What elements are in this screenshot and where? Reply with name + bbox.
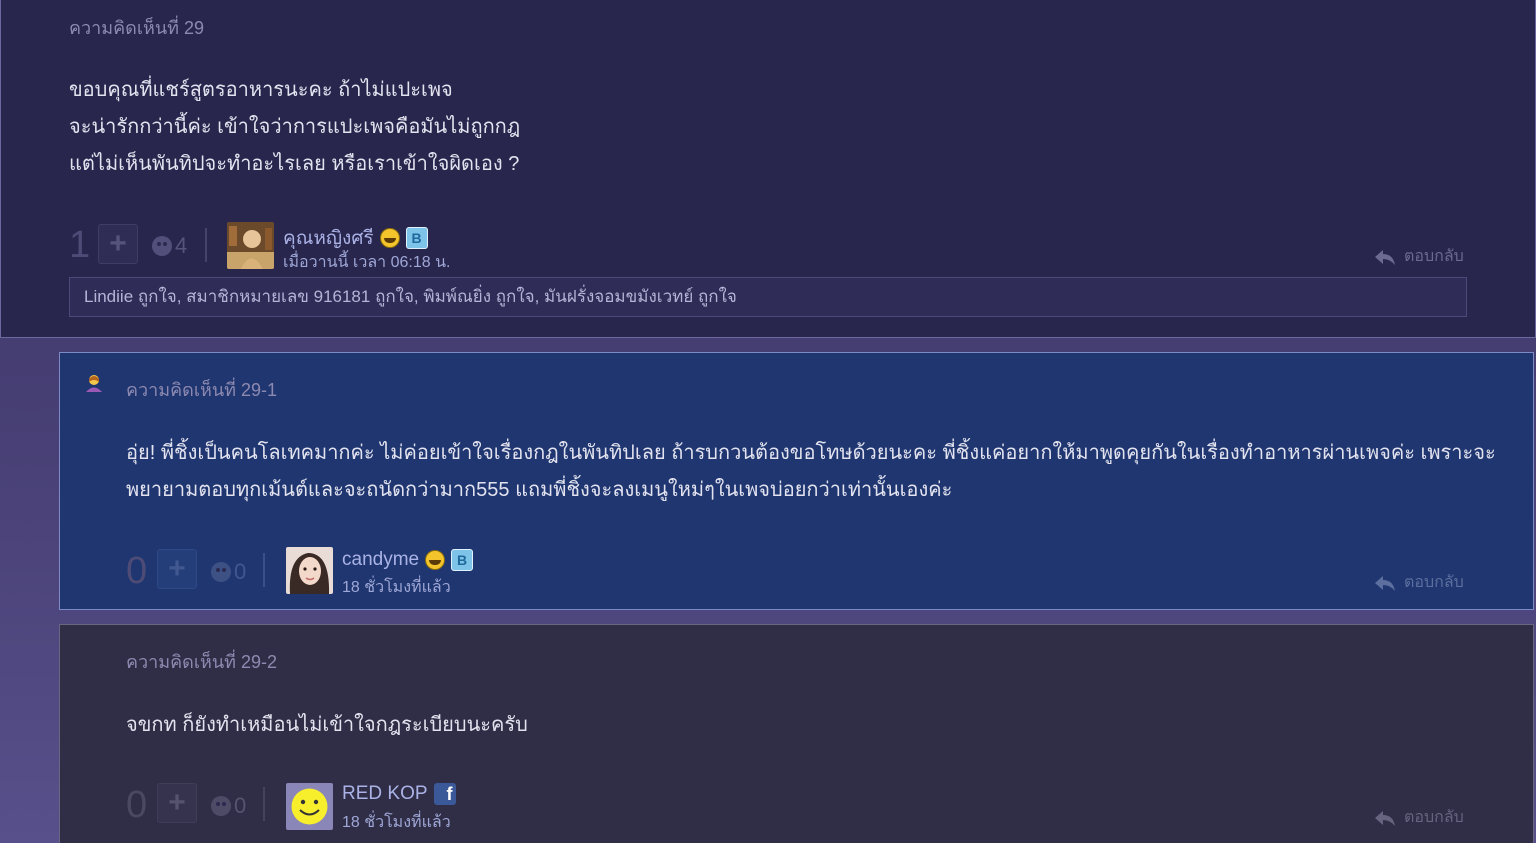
emotion-count: 0 (234, 559, 247, 584)
username-text[interactable]: RED KOP (342, 783, 428, 805)
reply-arrow-icon (1375, 810, 1395, 826)
post-time: เมื่อวานนี้ เวลา 06:18 น. (283, 254, 451, 271)
reply-button[interactable]: ตอบกลับ (1374, 570, 1464, 595)
avatar[interactable] (227, 222, 274, 269)
comment-body: อุ่ย! พี่ชิ้งเป็นคนโลเทคมากค่ะ ไม่ค่อยเข… (126, 435, 1496, 509)
comment-29-2: ความคิดเห็นที่ 29-2 จขกท ก็ยังทำเหมือนไม… (59, 624, 1534, 843)
facebook-icon[interactable]: f (433, 783, 456, 805)
username[interactable]: candyme B (342, 549, 474, 571)
post-time: 18 ชั่วโมงที่แล้ว (342, 579, 451, 596)
vote-count: 0 (126, 784, 148, 826)
plus-icon: + (168, 786, 186, 819)
comment-body: จขกท ก็ยังทำเหมือนไม่เข้าใจกฎระเบียบนะคร… (126, 707, 528, 744)
emotion-count: 0 (234, 793, 247, 818)
username[interactable]: คุณหญิงศรี B (283, 223, 428, 253)
smile-badge-icon (379, 228, 400, 248)
avatar[interactable] (286, 783, 333, 830)
divider (263, 787, 265, 821)
comment-body-line: พยายามตอบทุกเม้นต์และจะถนัดกว่ามาก555 แถ… (126, 479, 953, 501)
username-text[interactable]: candyme (342, 549, 419, 571)
reply-label: ตอบกลับ (1404, 809, 1464, 826)
comment-label: ความคิดเห็นที่ 29-2 (126, 652, 278, 672)
plus-icon: + (168, 552, 186, 585)
divider (263, 553, 265, 587)
comment-body: ขอบคุณที่แชร์สูตรอาหารนะคะ ถ้าไม่แปะเพจ … (69, 72, 520, 183)
reply-label: ตอบกลับ (1404, 574, 1464, 591)
comment-label: ความคิดเห็นที่ 29 (69, 18, 205, 38)
emotion-face-icon (211, 562, 231, 582)
comment-body-line: จะน่ารักกว่านี้ค่ะ เข้าใจว่าการแปะเพจคือ… (69, 116, 521, 138)
vote-count: 1 (69, 224, 91, 266)
comment-body-line: อุ่ย! พี่ชิ้งเป็นคนโลเทคมากค่ะ ไม่ค่อยเข… (126, 442, 1496, 464)
divider (205, 228, 207, 262)
likes-list: Lindiie ถูกใจ, สมาชิกหมายเลข 916181 ถูกใ… (69, 277, 1467, 317)
emotion-button[interactable]: 0 (211, 559, 246, 585)
emotion-button[interactable]: 0 (211, 793, 246, 819)
blog-badge-icon[interactable]: B (451, 549, 474, 571)
reply-button[interactable]: ตอบกลับ (1374, 805, 1464, 830)
blog-badge-icon[interactable]: B (405, 227, 428, 249)
plus-vote-button[interactable]: + (157, 783, 197, 823)
comment-label: ความคิดเห็นที่ 29-1 (126, 380, 278, 400)
reply-arrow-icon (1375, 249, 1395, 265)
comment-body-line: ขอบคุณที่แชร์สูตรอาหารนะคะ ถ้าไม่แปะเพจ (69, 79, 453, 101)
smile-badge-icon (425, 550, 446, 570)
username-text[interactable]: คุณหญิงศรี (283, 223, 374, 253)
plus-vote-button[interactable]: + (157, 549, 197, 589)
plus-icon: + (109, 227, 127, 260)
emotion-count: 4 (175, 233, 188, 258)
comment-body-line: จขกท ก็ยังทำเหมือนไม่เข้าใจกฎระเบียบนะคร… (126, 714, 528, 736)
emotion-face-icon (152, 236, 172, 256)
emotion-face-icon (211, 796, 231, 816)
vote-count: 0 (126, 550, 148, 592)
reply-arrow-icon (1375, 575, 1395, 591)
reply-button[interactable]: ตอบกลับ (1374, 244, 1464, 269)
author-person-icon (84, 373, 104, 398)
plus-vote-button[interactable]: + (98, 224, 138, 264)
username[interactable]: RED KOP f (342, 783, 456, 805)
comment-29-1: ความคิดเห็นที่ 29-1 อุ่ย! พี่ชิ้งเป็นคนโ… (59, 352, 1534, 610)
avatar[interactable] (286, 547, 333, 594)
post-time: 18 ชั่วโมงที่แล้ว (342, 814, 451, 831)
comment-29: ความคิดเห็นที่ 29 ขอบคุณที่แชร์สูตรอาหาร… (0, 0, 1536, 338)
reply-label: ตอบกลับ (1404, 248, 1464, 265)
comment-body-line: แต่ไม่เห็นพันทิปจะทำอะไรเลย หรือเราเข้าใ… (69, 153, 520, 175)
emotion-button[interactable]: 4 (152, 233, 187, 259)
